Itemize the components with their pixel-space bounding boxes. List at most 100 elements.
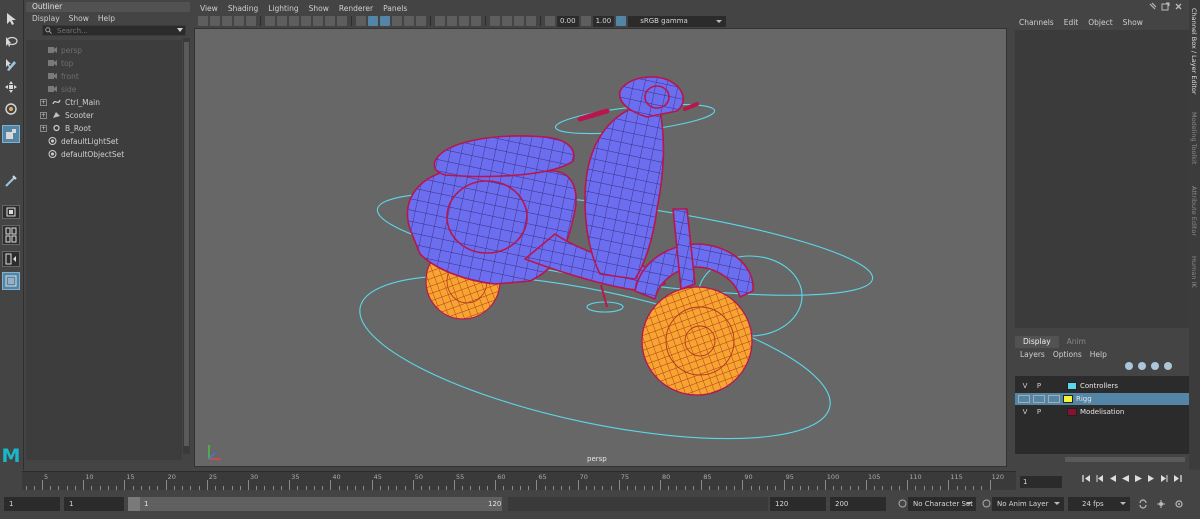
channel-box-menu-object[interactable]: Object (1088, 18, 1112, 27)
anim-layer-icon[interactable] (982, 499, 991, 508)
layer-playback-toggle[interactable]: P (1032, 408, 1046, 416)
outliner-item-top[interactable]: top (48, 57, 73, 69)
search-options-dropdown-icon[interactable] (177, 28, 183, 32)
channel-box-menu-show[interactable]: Show (1123, 18, 1143, 27)
ambient-occlusion-icon[interactable] (435, 16, 445, 26)
animation-preferences-icon[interactable] (1174, 499, 1184, 509)
channel-box-area[interactable] (1015, 30, 1189, 328)
outliner-menu-help[interactable]: Help (98, 14, 115, 23)
depth-of-field-icon[interactable] (471, 16, 481, 26)
layer-menu-layers[interactable]: Layers (1020, 350, 1045, 359)
outliner-scrollbar-thumb[interactable] (184, 42, 189, 446)
anim-layer-dropdown[interactable]: No Anim Layer (992, 497, 1064, 511)
wireframe-icon[interactable] (356, 16, 366, 26)
motion-blur-icon[interactable] (447, 16, 457, 26)
exposure-icon[interactable] (545, 16, 555, 26)
side-tab-channel-box[interactable]: Channel Box / Layer Editor (1190, 8, 1198, 95)
current-frame-field[interactable]: 1 (1020, 476, 1062, 488)
layer-row-rigg[interactable]: Rigg (1015, 393, 1189, 405)
layer-playback-toggle[interactable] (1033, 395, 1045, 403)
layer-menu-options[interactable]: Options (1053, 350, 1082, 359)
expand-toggle-icon[interactable]: + (40, 124, 47, 132)
smooth-shade-icon[interactable] (368, 16, 378, 26)
character-set-dropdown[interactable]: No Character Set (908, 497, 976, 511)
channel-box-menu-channels[interactable]: Channels (1019, 18, 1054, 27)
color-space-dropdown[interactable]: sRGB gamma (628, 15, 727, 27)
play-backwards-icon[interactable] (1121, 474, 1130, 483)
playback-end-field[interactable]: 120 (770, 497, 826, 511)
select-camera-icon[interactable] (198, 16, 208, 26)
step-back-frame-icon[interactable] (1108, 474, 1117, 483)
new-layer-icon[interactable] (1151, 362, 1159, 370)
fps-dropdown[interactable]: 24 fps (1068, 497, 1130, 511)
outliner-search-input[interactable] (42, 25, 186, 36)
outliner-item-scooter[interactable]: + Scooter (40, 109, 94, 121)
viewport-menu-renderer[interactable]: Renderer (339, 4, 373, 13)
outliner-item-front[interactable]: front (48, 70, 79, 82)
xray-active-components-icon[interactable] (514, 16, 524, 26)
film-gate-icon[interactable] (277, 16, 287, 26)
layer-visibility-toggle[interactable] (1018, 395, 1030, 403)
outliner-item-default-light-set[interactable]: defaultLightSet (48, 135, 118, 147)
layer-color-swatch[interactable] (1063, 395, 1073, 403)
move-tool-icon[interactable] (2, 78, 20, 96)
step-forward-frame-icon[interactable] (1147, 474, 1156, 483)
select-tool-icon[interactable] (2, 10, 20, 28)
gamma-icon[interactable] (580, 16, 591, 26)
color-management-icon[interactable] (616, 16, 627, 26)
field-chart-icon[interactable] (313, 16, 323, 26)
layer-list-scrollbar[interactable] (1065, 457, 1185, 462)
expand-toggle-icon[interactable]: + (40, 111, 47, 119)
outliner-layout-icon[interactable] (2, 272, 20, 290)
animation-start-field[interactable]: 1 (4, 497, 60, 511)
animation-end-field[interactable]: 200 (830, 497, 886, 511)
safe-title-icon[interactable] (337, 16, 347, 26)
xray-icon[interactable] (502, 16, 512, 26)
3d-viewport[interactable]: persp (194, 28, 1007, 467)
four-pane-layout-icon[interactable] (2, 225, 20, 245)
single-pane-layout-icon[interactable] (2, 205, 20, 219)
layer-row-controllers[interactable]: V P Controllers (1015, 380, 1189, 392)
layer-visibility-toggle[interactable]: V (1018, 408, 1032, 416)
paint-select-tool-icon[interactable] (2, 56, 20, 74)
isolate-select-icon[interactable] (490, 16, 500, 26)
gate-mask-icon[interactable] (301, 16, 311, 26)
outliner-item-side[interactable]: side (48, 83, 76, 95)
scale-tool-icon[interactable] (2, 125, 20, 143)
textured-icon[interactable] (392, 16, 402, 26)
move-layer-down-icon[interactable] (1138, 362, 1146, 370)
exposure-field[interactable]: 0.00 (557, 15, 579, 27)
auto-key-icon[interactable] (1156, 499, 1166, 509)
viewport-menu-shading[interactable]: Shading (228, 4, 258, 13)
shadows-icon[interactable] (416, 16, 426, 26)
go-to-end-icon[interactable] (1173, 474, 1182, 483)
image-plane-icon[interactable] (246, 16, 256, 26)
layer-color-swatch[interactable] (1067, 382, 1077, 390)
lock-camera-icon[interactable] (210, 16, 220, 26)
outliner-menu-show[interactable]: Show (69, 14, 89, 23)
wireframe-on-shaded-icon[interactable] (380, 16, 390, 26)
side-tab-attribute-editor[interactable]: Attribute Editor (1190, 186, 1198, 236)
outliner-scrollbar[interactable] (183, 38, 190, 454)
layer-color-swatch[interactable] (1067, 408, 1077, 416)
loop-icon[interactable] (1138, 499, 1148, 509)
side-tab-human-ik[interactable]: Human IK (1190, 256, 1198, 288)
layer-display-type-toggle[interactable] (1048, 395, 1060, 403)
move-layer-up-icon[interactable] (1125, 362, 1133, 370)
viewport-menu-show[interactable]: Show (309, 4, 329, 13)
grid-icon[interactable] (265, 16, 275, 26)
rotate-tool-icon[interactable] (2, 100, 20, 118)
safe-action-icon[interactable] (325, 16, 335, 26)
lasso-tool-icon[interactable] (2, 34, 20, 52)
range-slider[interactable]: 1 120 (128, 497, 502, 511)
outliner-item-default-object-set[interactable]: defaultObjectSet (48, 148, 124, 160)
play-forwards-icon[interactable] (1134, 474, 1143, 483)
last-tool-icon[interactable] (2, 172, 20, 190)
character-set-icon[interactable] (898, 499, 907, 508)
step-forward-key-icon[interactable] (1160, 474, 1169, 483)
playback-start-field[interactable]: 1 (64, 497, 124, 511)
tab-anim[interactable]: Anim (1059, 336, 1094, 348)
outliner-menu-display[interactable]: Display (32, 14, 60, 23)
two-pane-layout-icon[interactable] (2, 251, 20, 267)
side-tab-modeling-toolkit[interactable]: Modeling Toolkit (1190, 112, 1198, 164)
